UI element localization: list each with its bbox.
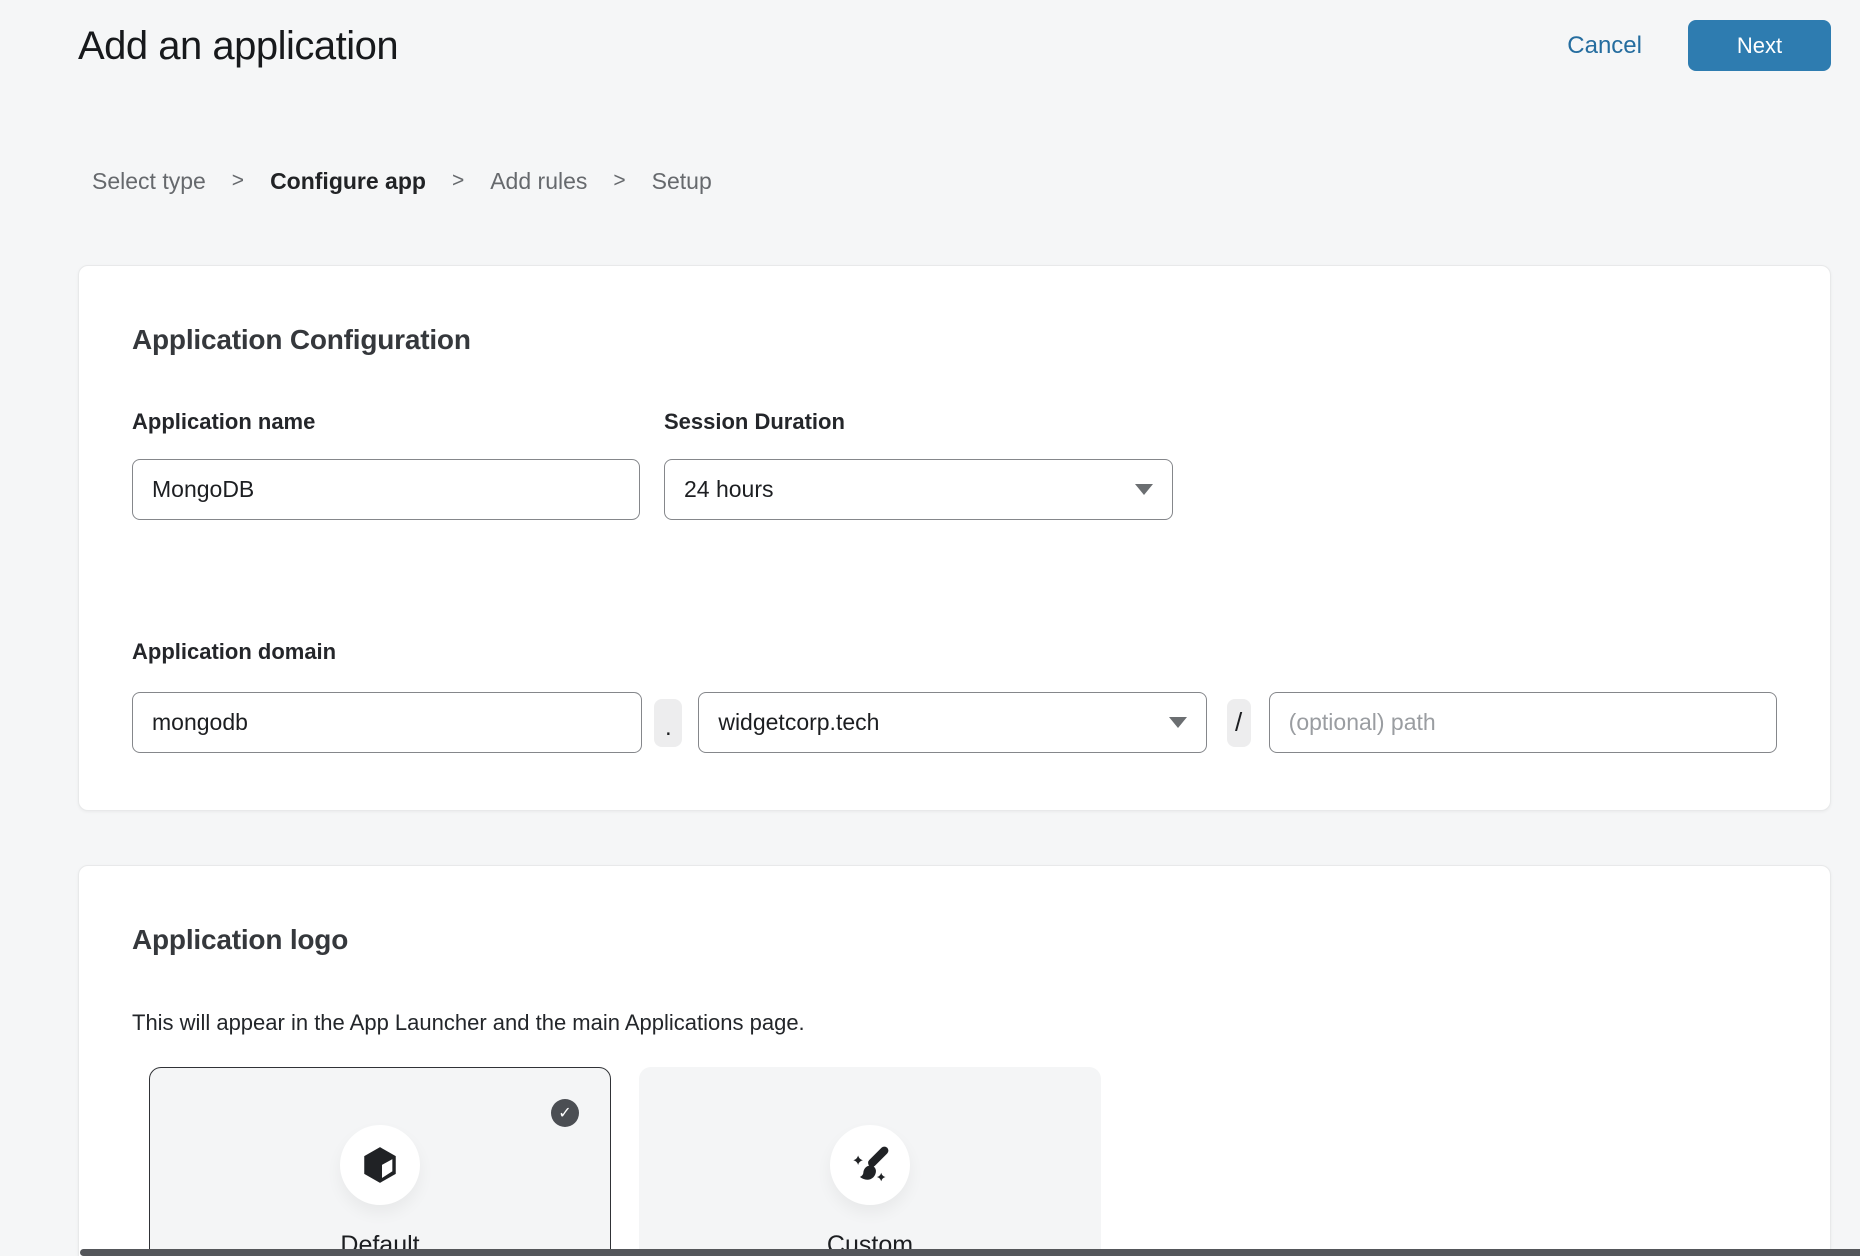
logo-option-custom[interactable]: Custom bbox=[639, 1067, 1101, 1256]
subdomain-input[interactable] bbox=[132, 692, 642, 753]
breadcrumb: Select type > Configure app > Add rules … bbox=[92, 167, 1860, 195]
application-name-label: Application name bbox=[132, 410, 640, 434]
application-name-input[interactable] bbox=[132, 459, 640, 520]
domain-select[interactable]: widgetcorp.tech bbox=[698, 692, 1206, 753]
application-logo-heading: Application logo bbox=[132, 922, 1777, 958]
next-button[interactable]: Next bbox=[1688, 20, 1831, 71]
application-logo-description: This will appear in the App Launcher and… bbox=[132, 1010, 1777, 1036]
cube-icon bbox=[359, 1144, 401, 1186]
application-logo-card: Application logo This will appear in the… bbox=[78, 865, 1831, 1256]
page-title: Add an application bbox=[78, 21, 398, 71]
session-duration-field-group: Session Duration 24 hours bbox=[664, 410, 1173, 520]
chevron-down-icon bbox=[1135, 484, 1153, 495]
logo-options: ✓ Default Custom bbox=[149, 1067, 1777, 1256]
session-duration-select[interactable]: 24 hours bbox=[664, 459, 1173, 520]
default-logo-circle bbox=[340, 1125, 420, 1205]
application-configuration-card: Application Configuration Application na… bbox=[78, 265, 1831, 811]
selected-check-icon: ✓ bbox=[551, 1099, 579, 1127]
paintbrush-icon bbox=[849, 1144, 891, 1186]
custom-logo-circle bbox=[830, 1125, 910, 1205]
application-configuration-heading: Application Configuration bbox=[132, 322, 1777, 358]
dot-separator: . bbox=[654, 699, 682, 747]
slash-separator: / bbox=[1227, 699, 1251, 747]
header-actions: Cancel Next bbox=[1567, 20, 1831, 71]
breadcrumb-step-select-type[interactable]: Select type bbox=[92, 167, 206, 195]
breadcrumb-step-setup[interactable]: Setup bbox=[652, 167, 712, 195]
breadcrumb-separator: > bbox=[452, 167, 464, 195]
application-domain-label: Application domain bbox=[132, 640, 1777, 664]
breadcrumb-step-add-rules[interactable]: Add rules bbox=[490, 167, 587, 195]
cancel-button[interactable]: Cancel bbox=[1567, 32, 1642, 60]
session-duration-value: 24 hours bbox=[684, 476, 774, 503]
domain-value: widgetcorp.tech bbox=[718, 709, 879, 736]
breadcrumb-step-configure-app[interactable]: Configure app bbox=[270, 167, 426, 195]
path-input[interactable] bbox=[1269, 692, 1777, 753]
breadcrumb-separator: > bbox=[232, 167, 244, 195]
horizontal-scrollbar[interactable] bbox=[80, 1249, 1860, 1256]
application-domain-row: . widgetcorp.tech / bbox=[132, 692, 1777, 753]
logo-option-default[interactable]: ✓ Default bbox=[149, 1067, 611, 1256]
breadcrumb-separator: > bbox=[613, 167, 625, 195]
chevron-down-icon bbox=[1169, 717, 1187, 728]
topbar: Add an application Cancel Next bbox=[0, 0, 1860, 71]
application-name-field-group: Application name bbox=[132, 410, 640, 520]
session-duration-label: Session Duration bbox=[664, 410, 1173, 434]
